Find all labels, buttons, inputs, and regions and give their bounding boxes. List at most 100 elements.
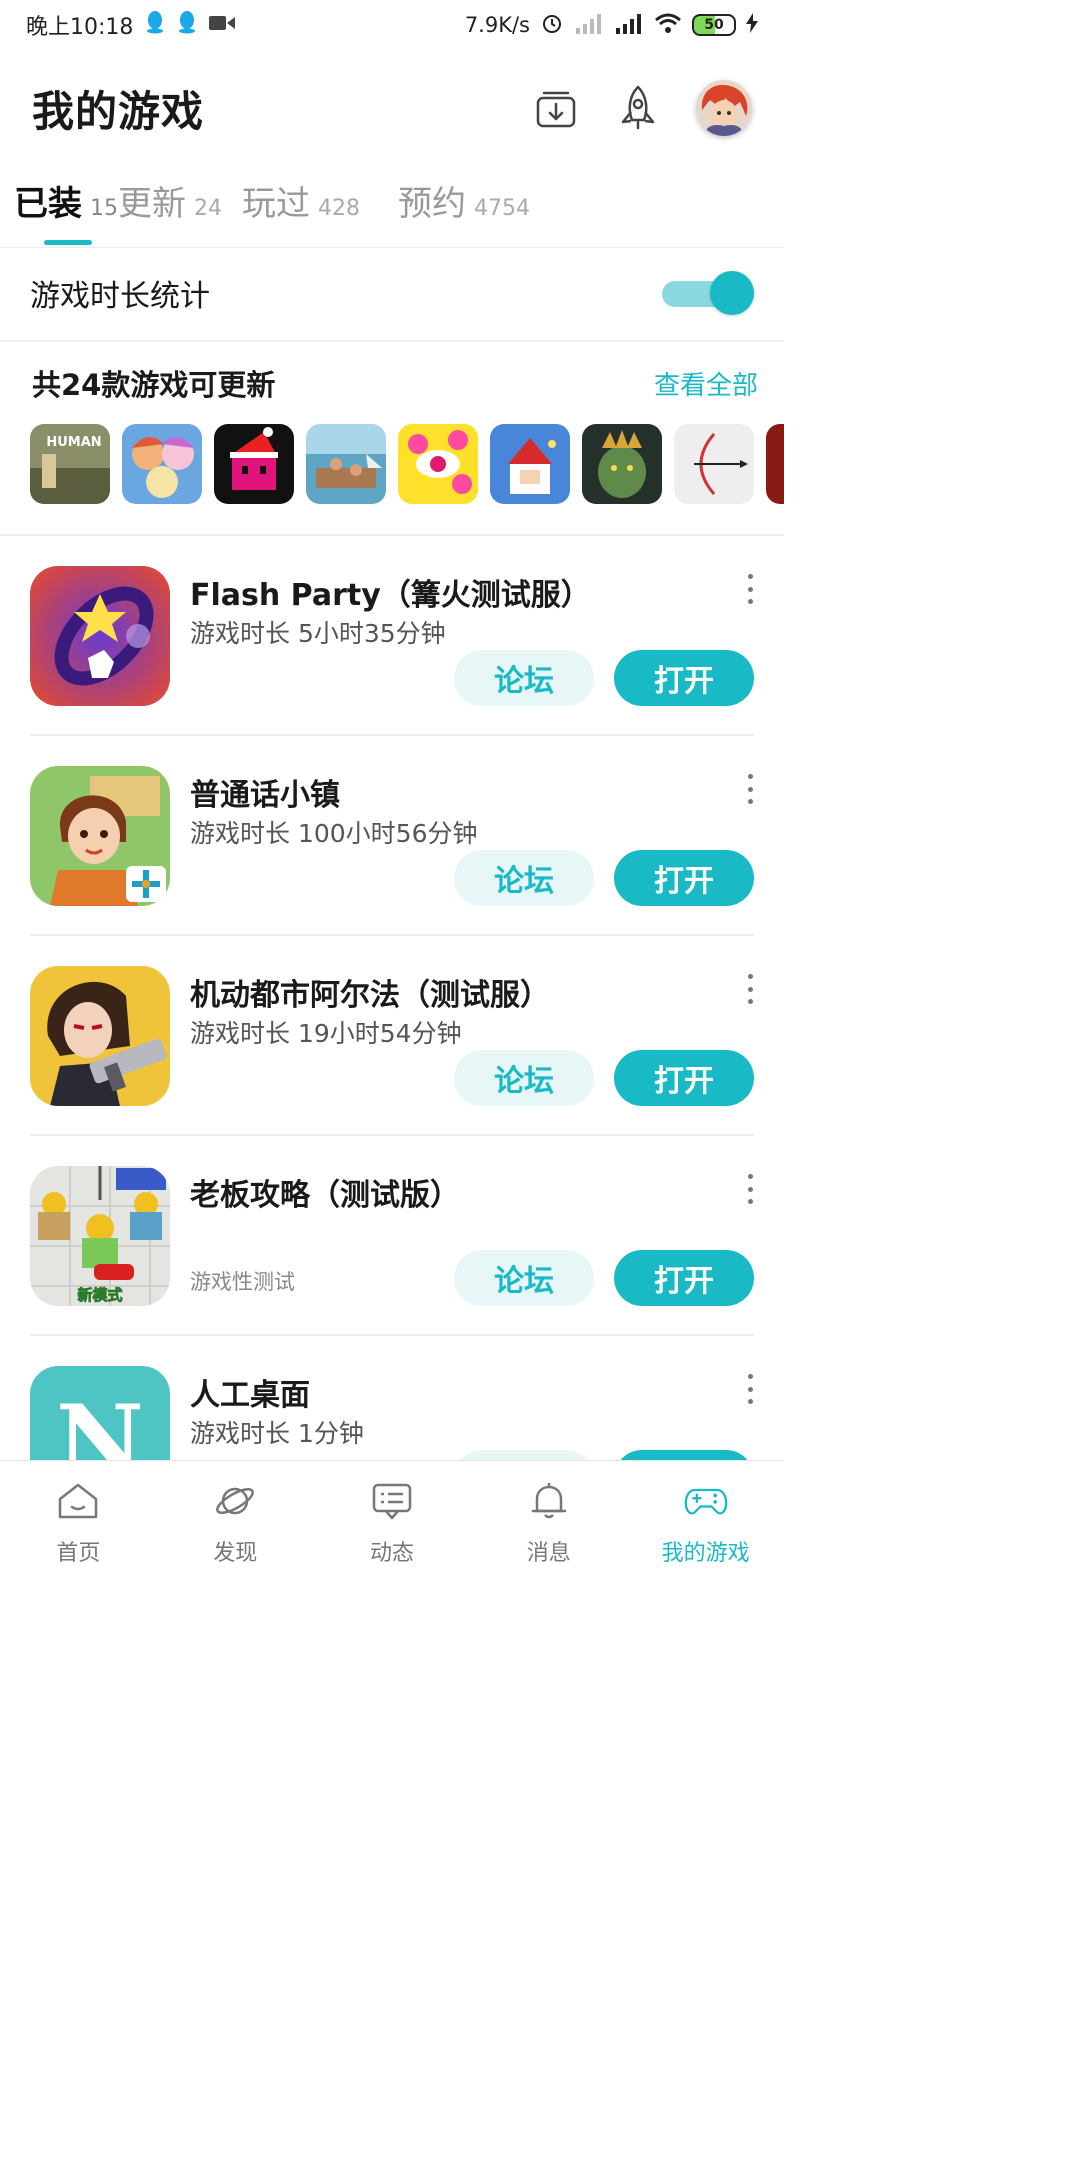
user-avatar[interactable] [696, 80, 752, 136]
tab-label: 更新 [118, 184, 186, 224]
app-header: 我的游戏 [0, 60, 784, 156]
message-card-icon [370, 1479, 414, 1523]
page-title: 我的游戏 [32, 86, 205, 136]
forum-button[interactable]: 论坛 [454, 850, 594, 906]
signal-icon [574, 12, 604, 39]
bell-icon [527, 1479, 571, 1523]
open-game-button[interactable]: 打开 [614, 1250, 754, 1306]
video-camera-icon [209, 13, 236, 38]
nav-item-discover[interactable]: 发现 [157, 1461, 314, 1568]
update-game-thumb[interactable] [306, 424, 386, 504]
open-game-button[interactable]: 打开 [614, 850, 754, 906]
update-game-thumb[interactable] [122, 424, 202, 504]
qq-icon [177, 10, 197, 40]
rocket-icon [621, 85, 655, 130]
tab-played[interactable]: 玩过 428 [242, 176, 360, 248]
tab-count: 428 [318, 196, 360, 221]
nav-label: 动态 [369, 1541, 414, 1566]
nav-item-home[interactable]: 首页 [0, 1461, 157, 1568]
open-game-button[interactable]: 打开 [614, 1050, 754, 1106]
update-game-thumb[interactable] [582, 424, 662, 504]
playtime-stats-label: 游戏时长统计 [30, 279, 210, 314]
playtime-stats-row: 游戏时长统计 [0, 248, 784, 338]
tab-label: 玩过 [242, 184, 310, 224]
download-manager-button[interactable] [532, 84, 580, 132]
playtime-stats-toggle[interactable] [662, 271, 754, 315]
game-status: 游戏性测试 [190, 1270, 295, 1294]
network-speed: 7.9K/s [464, 13, 530, 37]
forum-button[interactable]: 论坛 [454, 650, 594, 706]
game-name: 人工桌面 [190, 1378, 310, 1413]
tab-count: 15 [90, 196, 118, 221]
tab-label: 已装 [14, 184, 82, 224]
list-item[interactable]: 机动都市阿尔法（测试服） 游戏时长 19小时54分钟 论坛 打开 [0, 936, 784, 1136]
list-item[interactable]: Flash Party（篝火测试服） 游戏时长 5小时35分钟 论坛 打开 [0, 536, 784, 736]
more-options-button[interactable] [742, 574, 758, 604]
battery-indicator: 50 [692, 14, 736, 36]
svg-text:新模式: 新模式 [77, 1286, 122, 1304]
game-name: 机动都市阿尔法（测试服） [190, 978, 550, 1013]
qq-icon [145, 10, 165, 40]
toggle-knob [710, 271, 754, 315]
game-icon [30, 566, 170, 706]
wifi-icon [654, 12, 682, 39]
nav-item-feed[interactable]: 动态 [314, 1461, 471, 1568]
open-game-button[interactable]: 打开 [614, 650, 754, 706]
more-options-button[interactable] [742, 1374, 758, 1404]
signal-hd-icon [614, 12, 644, 39]
game-name: Flash Party（篝火测试服） [190, 578, 591, 613]
update-game-thumb[interactable] [214, 424, 294, 504]
game-tabs: 已装 15 更新 24 玩过 428 预约 4754 [0, 176, 784, 248]
charging-icon [746, 12, 758, 38]
planet-icon [213, 1479, 257, 1523]
tab-label: 预约 [398, 184, 466, 224]
list-item[interactable]: 新模式 老板攻略（测试版） 游戏性测试 论坛 打开 [0, 1136, 784, 1336]
update-thumbnails: HUMAN [0, 424, 784, 508]
more-options-button[interactable] [742, 974, 758, 1004]
installed-game-list: Flash Party（篝火测试服） 游戏时长 5小时35分钟 论坛 打开 普通… [0, 536, 784, 1536]
nav-label: 首页 [56, 1541, 101, 1566]
tab-count: 4754 [474, 196, 530, 221]
forum-button[interactable]: 论坛 [454, 1050, 594, 1106]
nav-label: 消息 [526, 1541, 571, 1566]
gamepad-icon [684, 1479, 728, 1523]
game-icon [30, 966, 170, 1106]
more-options-button[interactable] [742, 774, 758, 804]
updates-section: 共24款游戏可更新 查看全部 HUMAN [0, 340, 784, 534]
game-playtime: 游戏时长 19小时54分钟 [190, 1019, 462, 1048]
updates-title: 共24款游戏可更新 [32, 368, 276, 402]
active-tab-indicator [44, 240, 92, 245]
nav-label: 我的游戏 [661, 1541, 750, 1566]
home-icon [56, 1479, 100, 1523]
update-game-thumb[interactable] [766, 424, 784, 504]
update-game-thumb[interactable] [674, 424, 754, 504]
nav-item-my-games[interactable]: 我的游戏 [627, 1461, 784, 1568]
nav-item-messages[interactable]: 消息 [470, 1461, 627, 1568]
download-icon [536, 91, 576, 128]
more-options-button[interactable] [742, 1174, 758, 1204]
list-item[interactable]: 普通话小镇 游戏时长 100小时56分钟 论坛 打开 [0, 736, 784, 936]
nav-label: 发现 [213, 1541, 258, 1566]
status-bar: 晚上10:18 7.9K/s 50 [0, 0, 784, 50]
bottom-navigation: 首页 发现 动态 消息 我的游戏 [0, 1460, 784, 1568]
update-game-thumb[interactable]: HUMAN [30, 424, 110, 504]
game-icon: 新模式 [30, 1166, 170, 1306]
speed-boost-button[interactable] [614, 84, 662, 132]
update-game-thumb[interactable] [490, 424, 570, 504]
update-game-thumb[interactable] [398, 424, 478, 504]
tab-updates[interactable]: 更新 24 [118, 176, 222, 248]
game-icon [30, 766, 170, 906]
game-name: 普通话小镇 [190, 778, 340, 813]
status-time: 晚上10:18 [26, 15, 134, 40]
alarm-icon [540, 11, 564, 40]
game-playtime: 游戏时长 100小时56分钟 [190, 819, 478, 848]
svg-text:HUMAN: HUMAN [46, 435, 101, 450]
view-all-link[interactable]: 查看全部 [654, 365, 758, 402]
tab-reserved[interactable]: 预约 4754 [398, 176, 530, 248]
game-playtime: 游戏时长 5小时35分钟 [190, 619, 446, 648]
game-playtime: 游戏时长 1分钟 [190, 1419, 364, 1448]
tab-installed[interactable]: 已装 15 [14, 176, 118, 248]
tab-count: 24 [194, 196, 222, 221]
game-name: 老板攻略（测试版） [190, 1178, 460, 1213]
forum-button[interactable]: 论坛 [454, 1250, 594, 1306]
